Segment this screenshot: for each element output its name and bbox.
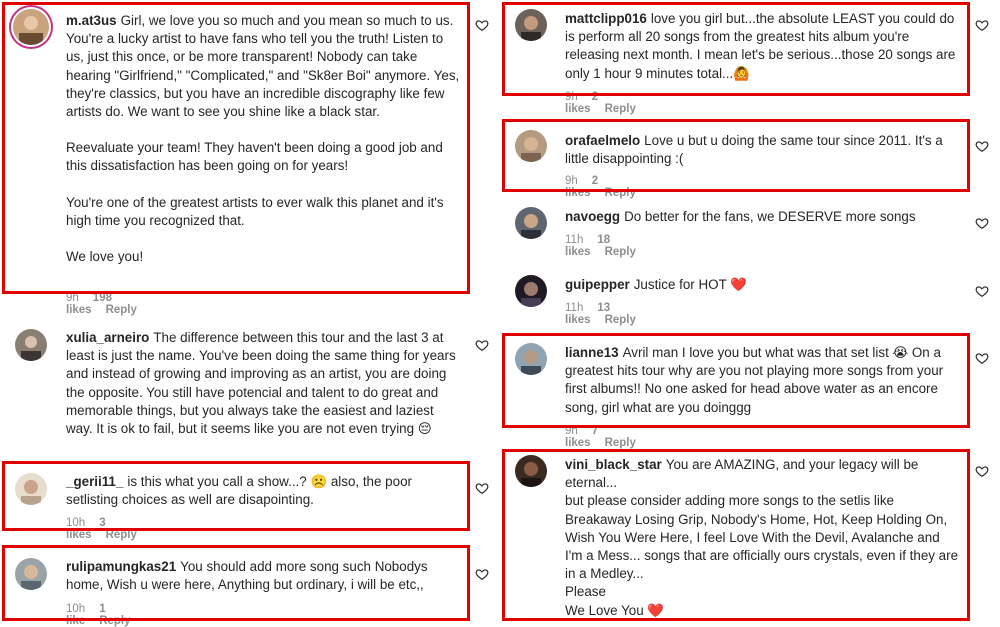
comment-meta: 9h 2 likes Reply — [565, 175, 650, 199]
comment-text: guipepper Justice for HOT ❤️ — [565, 277, 747, 292]
comment-text: vini_black_star You are AMAZING, and your… — [565, 457, 959, 618]
comment-meta: 10h 3 likes Reply — [66, 517, 151, 541]
comment-username[interactable]: mattclipp016 — [565, 11, 647, 26]
comment-time: 10h — [66, 517, 86, 529]
comment-username[interactable]: vini_black_star — [565, 457, 662, 472]
comment-time: 9h — [565, 425, 578, 437]
avatar[interactable] — [515, 275, 547, 307]
reply-button[interactable]: Reply — [605, 187, 636, 199]
comment-text: orafaelmelo Love u but u doing the same t… — [565, 133, 943, 167]
reply-button[interactable]: Reply — [605, 437, 636, 449]
heart-icon[interactable] — [975, 351, 989, 365]
comment-meta: 9h 7 likes Reply — [565, 425, 650, 449]
comment-meta: 10h 1 like Reply — [66, 603, 145, 627]
comment-time: 11h — [565, 234, 584, 246]
comment-username[interactable]: guipepper — [565, 277, 630, 292]
comment-time: 10h — [66, 603, 86, 615]
comment-username[interactable]: lianne13 — [565, 345, 619, 360]
comment-text: xulia_arneiro The difference between this… — [66, 330, 456, 437]
comment-text: lianne13 Avril man I love you but what wa… — [565, 345, 944, 415]
comment-username[interactable]: m.at3us — [66, 13, 117, 28]
comment-username[interactable]: _gerii11_ — [66, 474, 123, 489]
heart-icon[interactable] — [975, 139, 989, 153]
comment-username[interactable]: orafaelmelo — [565, 133, 640, 148]
comment-text: m.at3us Girl, we love you so much and you… — [66, 13, 460, 265]
reply-button[interactable]: Reply — [106, 304, 137, 316]
comment-time: 9h — [565, 175, 578, 187]
avatar[interactable] — [15, 558, 47, 590]
heart-icon[interactable] — [975, 284, 989, 298]
reply-button[interactable]: Reply — [106, 529, 137, 541]
reply-button[interactable]: Reply — [99, 615, 130, 627]
comment-text: mattclipp016 love you girl but...the abso… — [565, 11, 956, 81]
reply-button[interactable]: Reply — [605, 103, 636, 115]
comment-text: rulipamungkas21 You should add more song … — [66, 559, 428, 593]
heart-icon[interactable] — [475, 567, 489, 581]
heart-icon[interactable] — [475, 18, 489, 32]
comment-text: _gerii11_ is this what you call a show...… — [66, 474, 412, 508]
comment-meta: 11h 18 likes Reply — [565, 234, 650, 258]
comment-meta: 11h 13 likes Reply — [565, 302, 650, 326]
heart-icon[interactable] — [975, 464, 989, 478]
comment-username[interactable]: xulia_arneiro — [66, 330, 149, 345]
comment-meta: 9h 198 likes Reply — [66, 292, 151, 316]
avatar[interactable] — [515, 207, 547, 239]
comment-time: 9h — [565, 91, 578, 103]
comment-username[interactable]: rulipamungkas21 — [66, 559, 176, 574]
comment-username[interactable]: navoegg — [565, 209, 620, 224]
heart-icon[interactable] — [975, 216, 989, 230]
heart-icon[interactable] — [975, 18, 989, 32]
avatar[interactable] — [515, 130, 547, 162]
avatar[interactable] — [515, 343, 547, 375]
comment-time: 11h — [565, 302, 584, 314]
heart-icon[interactable] — [475, 481, 489, 495]
avatar[interactable] — [515, 9, 547, 41]
reply-button[interactable]: Reply — [605, 246, 636, 258]
comment-time: 9h — [66, 292, 79, 304]
comment-text: navoegg Do better for the fans, we DESERV… — [565, 209, 916, 224]
avatar[interactable] — [13, 9, 49, 45]
avatar[interactable] — [515, 455, 547, 487]
avatar[interactable] — [15, 473, 47, 505]
heart-icon[interactable] — [475, 338, 489, 352]
avatar[interactable] — [15, 329, 47, 361]
reply-button[interactable]: Reply — [605, 314, 636, 326]
comment-meta: 9h 2 likes Reply — [565, 91, 650, 115]
